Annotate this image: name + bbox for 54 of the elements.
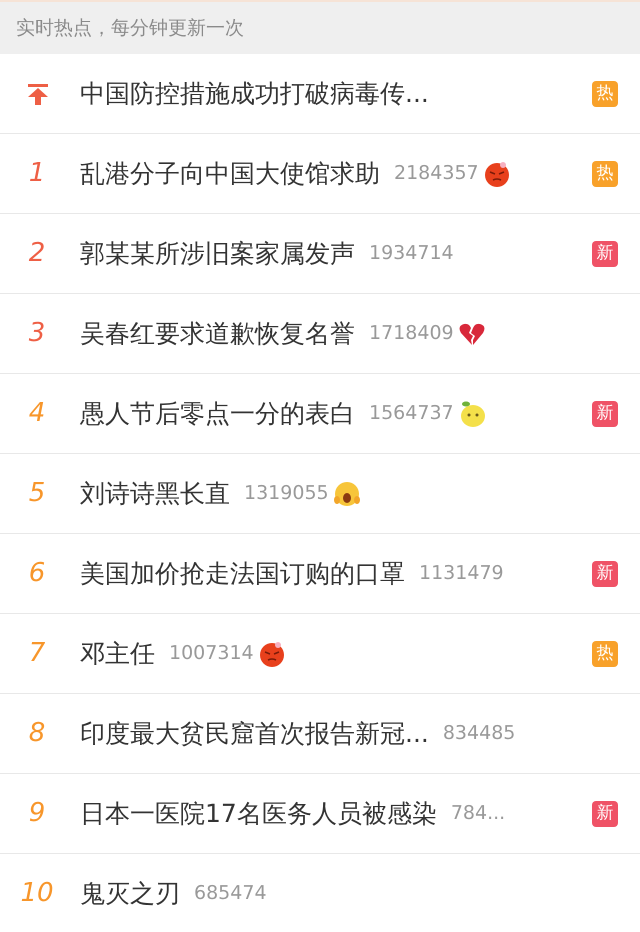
topic-title[interactable]: 邓主任 — [80, 634, 155, 672]
rank-number: 2 — [28, 237, 46, 270]
heat-count: 784... — [450, 801, 506, 826]
hot-tag: 热 — [592, 160, 618, 186]
new-tag: 新 — [592, 560, 618, 586]
list-item[interactable]: 5 刘诗诗黑长直 1319055 — [0, 454, 640, 534]
list-item[interactable]: 1 乱港分子向中国大使馆求助 2184357 热 — [0, 134, 640, 214]
angry-face-icon — [258, 640, 286, 668]
heat-count: 1564737 — [369, 401, 454, 426]
new-tag: 新 — [592, 800, 618, 826]
rank-number: 7 — [28, 637, 46, 670]
heat-count: 685474 — [194, 881, 267, 906]
heat-count: 834485 — [442, 721, 516, 746]
rank-number: 3 — [28, 317, 46, 350]
pin-to-top-icon — [26, 82, 50, 106]
heat-count: 1718409 — [369, 321, 454, 346]
new-tag: 新 — [592, 400, 618, 426]
heat-count: 1007314 — [169, 641, 254, 666]
heat-count: 1131479 — [419, 561, 504, 586]
heat-count: 2184357 — [394, 161, 479, 186]
shocked-face-icon — [332, 480, 361, 508]
list-item[interactable]: 中国防控措施成功打破病毒传... 热 — [0, 54, 640, 134]
rank-number: 5 — [28, 477, 46, 510]
list-item[interactable]: 3 吴春红要求道歉恢复名誉 1718409 — [0, 294, 640, 374]
rank-number: 1 — [28, 157, 46, 190]
topic-title[interactable]: 中国防控措施成功打破病毒传... — [80, 74, 429, 112]
topic-title[interactable]: 吴春红要求道歉恢复名誉 — [80, 314, 355, 352]
list-item[interactable]: 7 邓主任 1007314 热 — [0, 614, 640, 694]
rank-number: 4 — [28, 397, 46, 430]
list-item[interactable]: 9 日本一医院17名医务人员被感染 784... 新 — [0, 774, 640, 854]
list-item[interactable]: 6 美国加价抢走法国订购的口罩 1131479 新 — [0, 534, 640, 614]
topic-title[interactable]: 郭某某所涉旧案家属发声 — [80, 234, 355, 272]
topic-title[interactable]: 刘诗诗黑长直 — [80, 474, 230, 512]
topic-title[interactable]: 美国加价抢走法国订购的口罩 — [80, 554, 405, 592]
topic-title[interactable]: 日本一医院17名医务人员被感染 — [80, 794, 437, 832]
list-item[interactable]: 8 印度最大贫民窟首次报告新冠... 834485 — [0, 694, 640, 774]
rank-number: 10 — [19, 877, 55, 910]
list-item[interactable]: 4 愚人节后零点一分的表白 1564737 新 — [0, 374, 640, 454]
angry-face-icon — [482, 160, 511, 188]
rank-number: 6 — [28, 557, 46, 590]
topic-title[interactable]: 印度最大贫民窟首次报告新冠... — [80, 714, 429, 752]
heat-count: 1934714 — [369, 241, 454, 266]
topic-title[interactable]: 鬼灭之刃 — [80, 874, 180, 912]
hot-tag: 热 — [592, 640, 618, 666]
info-text: 实时热点，每分钟更新一次 — [16, 16, 244, 41]
rank-number: 8 — [28, 717, 46, 750]
hot-tag: 热 — [592, 80, 618, 106]
rank-number: 9 — [28, 797, 46, 830]
new-tag: 新 — [592, 240, 618, 266]
topic-title[interactable]: 乱港分子向中国大使馆求助 — [80, 154, 380, 192]
list-item[interactable]: 2 郭某某所涉旧案家属发声 1934714 新 — [0, 214, 640, 294]
list-item[interactable]: 10 鬼灭之刃 685474 — [0, 854, 640, 932]
topic-title[interactable]: 愚人节后零点一分的表白 — [80, 394, 355, 432]
heat-count: 1319055 — [244, 481, 329, 506]
